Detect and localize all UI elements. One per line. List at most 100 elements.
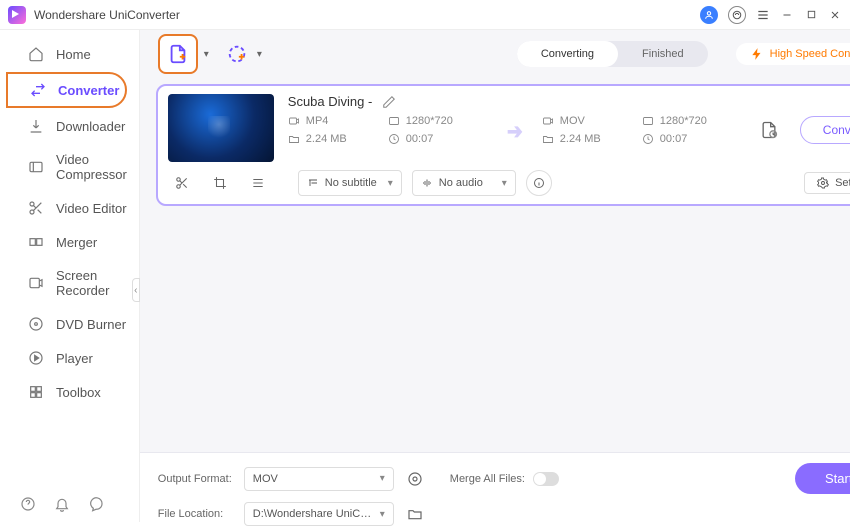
download-icon <box>28 118 44 134</box>
dst-duration: 00:07 <box>660 133 688 145</box>
sidebar-item-converter[interactable]: Converter <box>6 72 127 108</box>
video-thumbnail[interactable] <box>168 94 274 162</box>
toolbox-icon <box>28 384 44 400</box>
subtitle-value: No subtitle <box>325 177 377 189</box>
add-url-button[interactable] <box>223 40 251 68</box>
resolution-icon <box>388 115 400 127</box>
sidebar-item-compressor[interactable]: Video Compressor <box>6 144 127 190</box>
audio-value: No audio <box>439 177 483 189</box>
status-tabs: Converting Finished <box>517 41 708 67</box>
convert-button[interactable]: Convert <box>800 116 850 144</box>
start-all-label: Start All <box>825 471 850 486</box>
toolbar: ▾ ▾ Converting Finished High Speed Conve… <box>140 30 850 78</box>
scissors-icon <box>28 200 44 216</box>
sidebar-item-home[interactable]: Home <box>6 38 127 70</box>
app-title: Wondershare UniConverter <box>34 8 700 22</box>
folder-icon <box>288 133 300 145</box>
converter-icon <box>30 82 46 98</box>
arrow-right-icon <box>498 119 532 141</box>
sidebar-item-toolbox[interactable]: Toolbox <box>6 376 127 408</box>
feedback-icon[interactable] <box>88 496 104 512</box>
sidebar-item-downloader[interactable]: Downloader <box>6 110 127 142</box>
sidebar-item-editor[interactable]: Video Editor <box>6 192 127 224</box>
file-name: Scuba Diving - <box>288 94 373 109</box>
window-maximize-icon[interactable] <box>804 8 818 22</box>
clock-icon <box>388 133 400 145</box>
file-location-label: File Location: <box>158 508 234 520</box>
chevron-down-icon: ▾ <box>388 178 393 189</box>
audio-icon <box>421 177 433 189</box>
window-close-icon[interactable] <box>828 8 842 22</box>
app-logo <box>8 6 26 24</box>
hsc-label: High Speed Conversion <box>770 48 850 60</box>
clock-icon <box>642 133 654 145</box>
subtitle-select[interactable]: No subtitle ▾ <box>298 170 402 196</box>
trim-icon[interactable] <box>168 171 196 195</box>
window-minimize-icon[interactable] <box>780 8 794 22</box>
add-file-button[interactable] <box>158 34 198 74</box>
chevron-down-icon: ▾ <box>502 178 507 189</box>
sidebar-item-recorder[interactable]: Screen Recorder <box>6 260 127 306</box>
support-icon[interactable] <box>728 6 746 24</box>
sidebar-item-label: Merger <box>56 235 97 250</box>
subtitle-icon <box>307 177 319 189</box>
crop-icon[interactable] <box>206 171 234 195</box>
footer: Output Format: MOV ▾ Merge All Files: St… <box>140 452 850 522</box>
output-format-select[interactable]: MOV ▾ <box>244 467 394 491</box>
tab-finished[interactable]: Finished <box>618 41 708 67</box>
bell-icon[interactable] <box>54 496 70 512</box>
settings-label: Settings <box>835 177 850 189</box>
recorder-icon <box>28 275 44 291</box>
resolution-icon <box>642 115 654 127</box>
bolt-icon <box>750 47 764 61</box>
convert-label: Convert <box>823 123 850 137</box>
file-location-value: D:\Wondershare UniConverter <box>253 508 373 520</box>
high-speed-conversion-button[interactable]: High Speed Conversion <box>736 43 850 65</box>
output-settings-icon[interactable] <box>404 468 426 490</box>
sidebar: Home Converter Downloader Video Compress… <box>0 30 140 522</box>
merge-label: Merge All Files: <box>450 473 525 485</box>
rename-icon[interactable] <box>382 95 396 109</box>
output-preset-icon[interactable] <box>756 117 782 143</box>
sidebar-item-label: Player <box>56 351 93 366</box>
start-all-button[interactable]: Start All <box>795 463 850 494</box>
sidebar-item-label: Screen Recorder <box>56 268 127 298</box>
chevron-down-icon: ▾ <box>380 473 385 484</box>
video-icon <box>288 115 300 127</box>
file-location-select[interactable]: D:\Wondershare UniConverter ▾ <box>244 502 394 526</box>
folder-icon <box>542 133 554 145</box>
src-resolution: 1280*720 <box>406 115 453 127</box>
compressor-icon <box>28 159 44 175</box>
dst-resolution: 1280*720 <box>660 115 707 127</box>
user-account-icon[interactable] <box>700 6 718 24</box>
output-format-value: MOV <box>253 473 278 485</box>
tab-converting[interactable]: Converting <box>517 41 618 67</box>
dvd-icon <box>28 316 44 332</box>
settings-button[interactable]: Settings <box>804 172 850 194</box>
src-size: 2.24 MB <box>306 133 347 145</box>
home-icon <box>28 46 44 62</box>
sidebar-item-dvd[interactable]: DVD Burner <box>6 308 127 340</box>
sidebar-item-merger[interactable]: Merger <box>6 226 127 258</box>
sidebar-item-player[interactable]: Player <box>6 342 127 374</box>
audio-select[interactable]: No audio ▾ <box>412 170 516 196</box>
src-duration: 00:07 <box>406 133 434 145</box>
sidebar-item-label: Video Editor <box>56 201 127 216</box>
sidebar-item-label: Video Compressor <box>56 152 127 182</box>
help-icon[interactable] <box>20 496 36 512</box>
tab-label: Converting <box>541 48 594 60</box>
hamburger-menu-icon[interactable] <box>756 8 770 22</box>
merge-toggle[interactable] <box>533 472 559 486</box>
collapse-sidebar-icon[interactable]: ‹ <box>132 278 140 302</box>
merger-icon <box>28 234 44 250</box>
add-file-dropdown-icon[interactable]: ▾ <box>204 49 209 60</box>
sidebar-item-label: Converter <box>58 83 119 98</box>
tab-label: Finished <box>642 48 684 60</box>
output-format-label: Output Format: <box>158 473 234 485</box>
file-card: Scuba Diving - MP4 2.24 MB 1280*720 00:0… <box>156 84 850 206</box>
sidebar-item-label: Downloader <box>56 119 125 134</box>
effects-icon[interactable] <box>244 171 272 195</box>
add-url-dropdown-icon[interactable]: ▾ <box>257 49 262 60</box>
chevron-down-icon: ▾ <box>380 509 385 520</box>
info-icon[interactable] <box>526 170 552 196</box>
